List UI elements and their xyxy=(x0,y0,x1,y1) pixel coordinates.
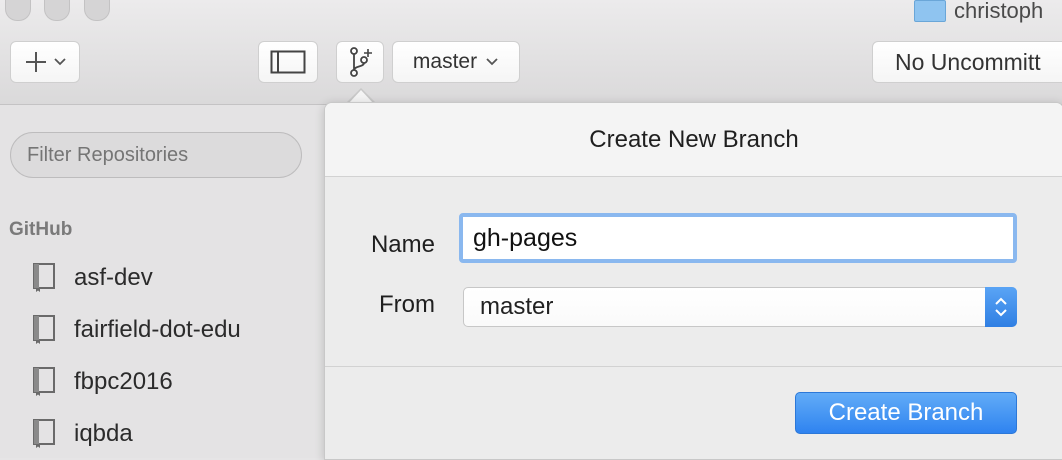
create-branch-toolbar-button[interactable] xyxy=(336,41,384,83)
repository-icon xyxy=(33,419,55,448)
repo-item[interactable]: iqbda xyxy=(32,414,133,454)
window-title: christoph xyxy=(914,0,1044,23)
chevron-up-down-icon xyxy=(995,297,1007,317)
repo-item[interactable]: asf-dev xyxy=(32,258,153,298)
branch-select-label: master xyxy=(412,50,478,73)
window-title-text: christoph xyxy=(954,0,1044,23)
toolbar: christoph master No Uncommitt xyxy=(0,0,1062,105)
branch-select[interactable]: master xyxy=(392,41,520,83)
chevron-down-icon xyxy=(54,58,66,66)
branch-name-input[interactable] xyxy=(459,213,1017,263)
uncommitted-changes-label: No Uncommitt xyxy=(895,48,1041,75)
repo-label: iqbda xyxy=(74,420,133,447)
filter-repositories-input[interactable] xyxy=(10,132,302,178)
sidebar-icon xyxy=(270,50,306,74)
select-stepper[interactable] xyxy=(985,287,1017,327)
plus-icon xyxy=(26,52,46,72)
from-label: From xyxy=(379,291,435,318)
sidebar: GitHub asf-dev fairfield-dot-edu fbpc201… xyxy=(0,105,324,458)
uncommitted-changes-button[interactable]: No Uncommitt xyxy=(872,41,1062,83)
minimize-window-button[interactable] xyxy=(44,0,70,21)
close-window-button[interactable] xyxy=(5,0,31,21)
section-header-github: GitHub xyxy=(9,219,73,240)
repository-icon xyxy=(33,367,55,396)
popover-footer: Create Branch xyxy=(325,367,1062,459)
branch-icon xyxy=(350,47,372,77)
repository-icon xyxy=(33,263,55,292)
from-branch-value: master xyxy=(480,293,554,320)
sidebar-toggle-button[interactable] xyxy=(258,41,318,83)
repo-label: fairfield-dot-edu xyxy=(74,316,241,343)
popover-form: Name From master xyxy=(325,177,1062,367)
create-branch-popover: Create New Branch Name From master Creat… xyxy=(324,102,1062,460)
chevron-down-icon xyxy=(486,58,498,66)
add-button[interactable] xyxy=(10,41,80,83)
popover-header: Create New Branch xyxy=(325,103,1062,177)
popover-title: Create New Branch xyxy=(589,125,799,153)
folder-icon xyxy=(914,0,946,22)
repo-label: fbpc2016 xyxy=(74,368,173,395)
repository-icon xyxy=(33,315,55,344)
name-label: Name xyxy=(370,231,435,258)
repo-item[interactable]: fairfield-dot-edu xyxy=(32,310,241,350)
repo-label: asf-dev xyxy=(74,264,153,291)
zoom-window-button[interactable] xyxy=(84,0,110,21)
create-branch-button[interactable]: Create Branch xyxy=(795,392,1017,434)
repo-item[interactable]: fbpc2016 xyxy=(32,362,173,402)
from-branch-select[interactable]: master xyxy=(463,287,1017,327)
